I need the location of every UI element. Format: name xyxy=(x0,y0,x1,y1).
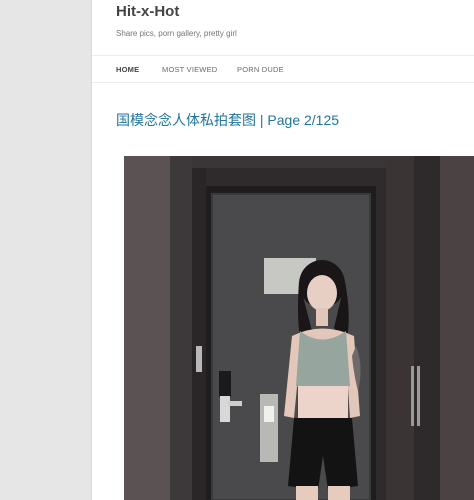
page-container: Hit-x-Hot Share pics, porn gallery, pret… xyxy=(91,0,474,500)
site-tagline: Share pics, porn gallery, pretty girl xyxy=(116,29,237,38)
post-title[interactable]: 国模念念人体私拍套图 | Page 2/125 xyxy=(116,110,339,130)
site-title-link[interactable]: Hit-x-Hot xyxy=(116,3,179,20)
photo-illustration xyxy=(124,156,474,500)
gallery-photo[interactable] xyxy=(124,156,474,500)
nav-item-porn-dude[interactable]: PORN DUDE xyxy=(237,65,284,74)
nav-item-home[interactable]: HOME xyxy=(116,65,139,74)
nav-item-most-viewed[interactable]: MOST VIEWED xyxy=(162,65,217,74)
main-navigation: HOME MOST VIEWED PORN DUDE xyxy=(92,55,474,83)
